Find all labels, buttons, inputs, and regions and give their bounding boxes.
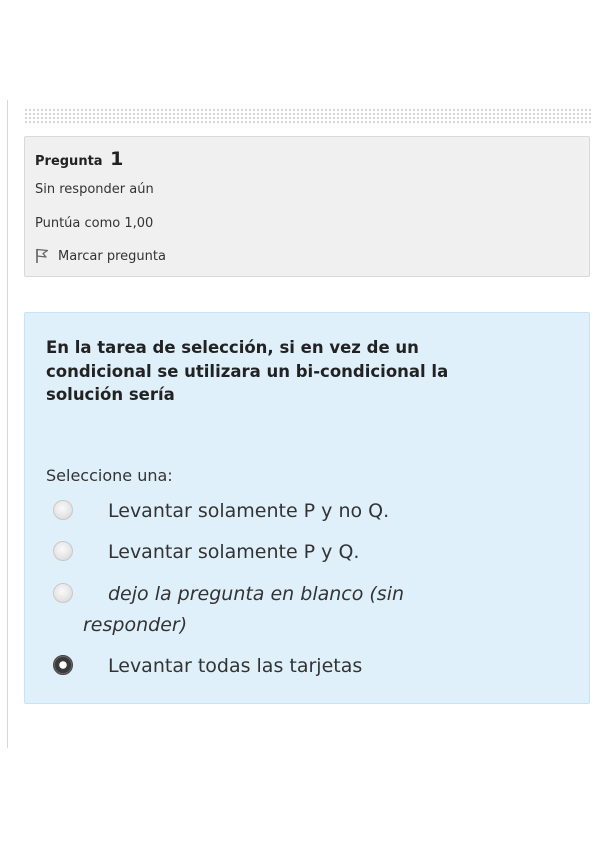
radio-button[interactable]	[53, 541, 73, 561]
answer-option-label: dejo la pregunta en blanco (sin responde…	[83, 579, 488, 641]
answer-option-label-line1: dejo la pregunta en blanco (sin	[108, 583, 405, 605]
flag-question-label: Marcar pregunta	[58, 248, 166, 264]
question-state: Sin responder aún	[35, 182, 154, 197]
question-info-panel: Pregunta 1 Sin responder aún Puntúa como…	[24, 136, 590, 277]
flag-icon	[36, 248, 49, 263]
answer-option-label: Levantar todas las tarjetas	[108, 655, 363, 677]
question-content-panel: En la tarea de selección, si en vez de u…	[24, 312, 590, 704]
answer-option[interactable]: dejo la pregunta en blanco (sin responde…	[53, 579, 488, 641]
flag-question-link[interactable]: Marcar pregunta	[35, 248, 166, 264]
dotted-divider	[24, 108, 592, 124]
question-grade: Puntúa como 1,00	[35, 216, 154, 231]
question-title: Pregunta 1	[35, 148, 123, 170]
answer-option-label: Levantar solamente P y no Q.	[108, 500, 390, 522]
radio-button-selected[interactable]	[53, 655, 73, 675]
answer-option[interactable]: Levantar solamente P y no Q.	[53, 496, 389, 526]
answer-option[interactable]: Levantar todas las tarjetas	[53, 651, 362, 681]
left-border-line	[7, 100, 8, 748]
answer-option-label: Levantar solamente P y Q.	[108, 541, 360, 563]
radio-button[interactable]	[53, 583, 73, 603]
answer-option-label-line2: responder)	[83, 614, 188, 636]
radio-button[interactable]	[53, 500, 73, 520]
answer-option[interactable]: Levantar solamente P y Q.	[53, 537, 359, 567]
question-number: 1	[110, 148, 124, 170]
answer-prompt: Seleccione una:	[46, 466, 173, 485]
question-label: Pregunta	[35, 154, 103, 169]
question-text: En la tarea de selección, si en vez de u…	[46, 338, 449, 404]
